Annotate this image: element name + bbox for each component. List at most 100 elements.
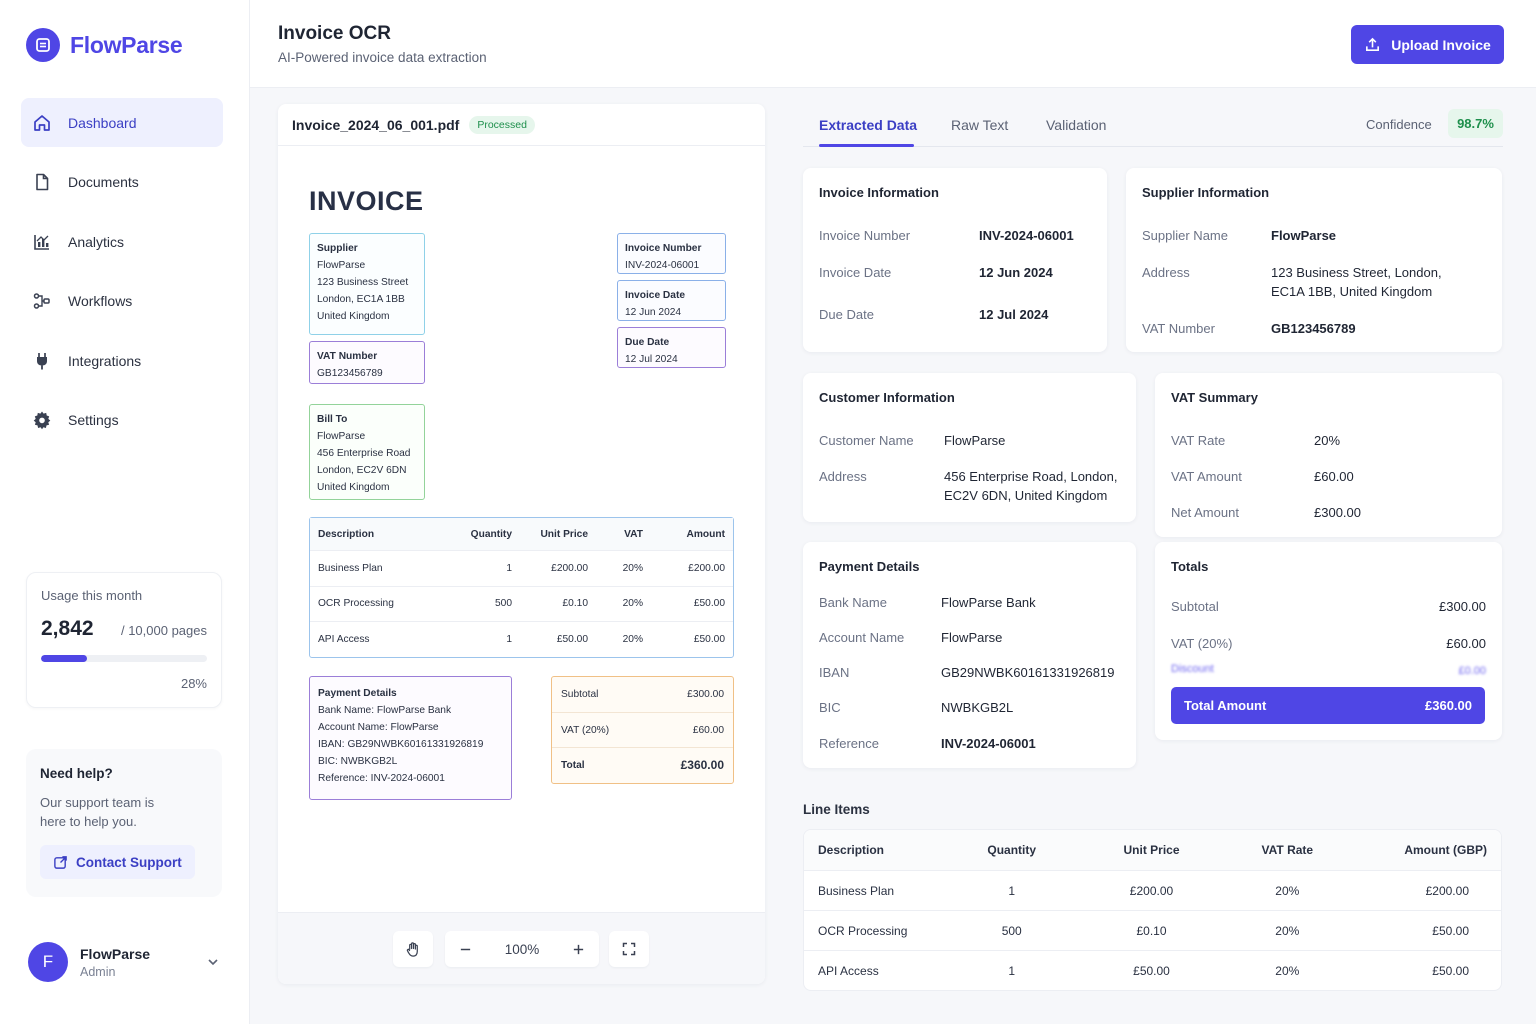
sidebar-item-settings[interactable]: Settings (21, 396, 223, 445)
sidebar: FlowParse Dashboard Documents Analytics … (0, 0, 250, 1024)
total-amount-bar[interactable]: Total Amount £360.00 (1171, 687, 1485, 724)
pan-tool-button[interactable] (393, 931, 433, 967)
table-header-cell[interactable]: VAT Rate (1243, 843, 1331, 857)
gear-icon (33, 411, 51, 430)
field-value[interactable]: 12 Jun 2024 (979, 263, 1053, 282)
line-items-title: Line Items (803, 802, 870, 817)
doc-table-cell: Business Plan (318, 562, 383, 574)
fullscreen-button[interactable] (609, 931, 649, 967)
field-value[interactable]: £300.00 (1439, 597, 1486, 616)
doc-table-header: Description Quantity Unit Price VAT Amou… (310, 518, 733, 550)
ocr-box-line: London, EC2V 6DN (317, 465, 407, 476)
zoom-out-icon[interactable] (459, 943, 472, 956)
contact-support-label: Contact Support (76, 854, 182, 870)
zoom-in-icon[interactable] (572, 943, 585, 956)
doc-table-header-cell: Unit Price (540, 528, 588, 540)
sidebar-item-analytics[interactable]: Analytics (21, 217, 223, 266)
doc-table-row: API Access 1 £50.00 20% £50.00 (310, 621, 733, 657)
doc-table-header-cell: Description (318, 528, 375, 540)
upload-invoice-button[interactable]: Upload Invoice (1351, 25, 1504, 64)
brand[interactable]: FlowParse (26, 28, 183, 62)
ocr-box-title: Payment Details (318, 688, 397, 699)
table-row[interactable]: Business Plan 1 £200.00 20% £200.00 (804, 870, 1501, 910)
sidebar-item-label: Workflows (68, 293, 133, 309)
field-value[interactable]: £300.00 (1314, 503, 1361, 522)
invoice-document[interactable]: INVOICE Supplier FlowParse 123 Business … (278, 146, 765, 912)
sidebar-item-workflows[interactable]: Workflows (21, 277, 223, 326)
table-row[interactable]: OCR Processing 500 £0.10 20% £50.00 (804, 910, 1501, 950)
sidebar-item-integrations[interactable]: Integrations (21, 336, 223, 385)
ocr-box-line: INV-2024-06001 (625, 260, 700, 271)
doc-table-cell: 1 (506, 562, 512, 574)
ocr-box-totals[interactable]: Subtotal £300.00 VAT (20%) £60.00 Total … (551, 676, 734, 784)
field-label: VAT Number (1142, 321, 1215, 336)
ocr-box-line: GB123456789 (317, 368, 383, 379)
field-value[interactable]: £60.00 (1314, 467, 1354, 486)
table-header-cell[interactable]: Description (804, 843, 964, 857)
field-value[interactable]: GB123456789 (1271, 319, 1356, 338)
flowparse-logo-icon (26, 28, 60, 62)
field-value[interactable]: INV-2024-06001 (979, 226, 1074, 245)
sidebar-item-documents[interactable]: Documents (21, 158, 223, 207)
help-title: Need help? (40, 766, 113, 781)
field-label: IBAN (819, 665, 850, 680)
field-value[interactable]: FlowParse (944, 431, 1005, 450)
field-value[interactable]: FlowParse (941, 628, 1002, 647)
usage-progress-fill (41, 655, 88, 662)
result-tabs: Extracted Data Raw Text Validation Confi… (803, 104, 1503, 147)
ocr-box-vat-number[interactable]: VAT Number GB123456789 (309, 341, 425, 384)
ocr-box-title: Bill To (317, 414, 348, 425)
table-header-cell[interactable]: Quantity (964, 843, 1060, 857)
ocr-box-line: Account Name: FlowParse (318, 722, 439, 733)
user-profile[interactable]: F FlowParse Admin (28, 942, 224, 982)
field-value[interactable]: £60.00 (1446, 634, 1486, 653)
table-cell: £50.00 (1133, 963, 1170, 978)
field-value[interactable]: NWBKGB2L (941, 698, 1013, 717)
ocr-box-supplier[interactable]: Supplier FlowParse 123 Business Street L… (309, 233, 425, 335)
sidebar-item-dashboard[interactable]: Dashboard (21, 98, 223, 147)
doc-table-cell: £0.10 (562, 598, 589, 610)
ocr-box-line-items-table[interactable]: Description Quantity Unit Price VAT Amou… (309, 517, 734, 658)
ocr-box-payment-details[interactable]: Payment Details Bank Name: FlowParse Ban… (309, 676, 512, 800)
doc-summary-label: VAT (20%) (561, 724, 610, 736)
field-value[interactable]: INV-2024-06001 (941, 734, 1036, 753)
field-value[interactable]: 456 Enterprise Road, London, EC2V 6DN, U… (944, 467, 1124, 505)
ocr-box-line: Bank Name: FlowParse Bank (318, 705, 452, 716)
ocr-box-due-date[interactable]: Due Date 12 Jul 2024 (617, 327, 726, 368)
field-label: Discount (1171, 663, 1214, 675)
field-value[interactable]: 20% (1314, 431, 1340, 450)
field-value[interactable]: FlowParse (1271, 226, 1336, 245)
total-amount-value: £360.00 (1425, 698, 1472, 713)
field-value[interactable]: GB29NWBK60161331926819 (941, 663, 1114, 682)
chevron-down-icon[interactable] (206, 955, 220, 969)
tab-extracted-data[interactable]: Extracted Data (819, 117, 917, 133)
ocr-box-bill-to[interactable]: Bill To FlowParse 456 Enterprise Road Lo… (309, 404, 425, 500)
tab-raw-text[interactable]: Raw Text (951, 117, 1008, 133)
doc-table-header-cell: Quantity (470, 528, 512, 540)
user-name: FlowParse (80, 945, 151, 962)
table-header-cell[interactable]: Unit Price (1060, 843, 1244, 857)
tab-validation[interactable]: Validation (1046, 117, 1106, 133)
table-header-cell[interactable]: Amount (GBP) (1331, 843, 1501, 857)
doc-summary-value: £300.00 (687, 689, 724, 700)
table-cell: 20% (1275, 963, 1300, 978)
field-value[interactable]: FlowParse Bank (941, 593, 1036, 612)
card-title: Totals (1171, 559, 1209, 574)
contact-support-button[interactable]: Contact Support (40, 845, 195, 879)
field-value[interactable]: 12 Jul 2024 (979, 305, 1048, 324)
ocr-box-line: London, EC1A 1BB (317, 294, 405, 305)
usage-percent: 28% (180, 676, 207, 691)
field-value[interactable]: 123 Business Street, London, EC1A 1BB, U… (1271, 263, 1461, 301)
fullscreen-icon (622, 942, 636, 956)
brand-name: FlowParse (70, 31, 183, 58)
field-label: Account Name (819, 630, 905, 645)
status-badge: Processed (469, 115, 535, 134)
ocr-box-invoice-number[interactable]: Invoice Number INV-2024-06001 (617, 233, 726, 274)
sidebar-item-label: Analytics (68, 233, 125, 250)
usage-progress-bar (41, 655, 207, 662)
doc-table-row: OCR Processing 500 £0.10 20% £50.00 (310, 585, 733, 622)
table-cell: £0.10 (1136, 923, 1167, 938)
table-row[interactable]: API Access 1 £50.00 20% £50.00 (804, 950, 1501, 990)
ocr-box-invoice-date[interactable]: Invoice Date 12 Jun 2024 (617, 280, 726, 321)
doc-summary-row: VAT (20%) £60.00 (552, 712, 733, 747)
